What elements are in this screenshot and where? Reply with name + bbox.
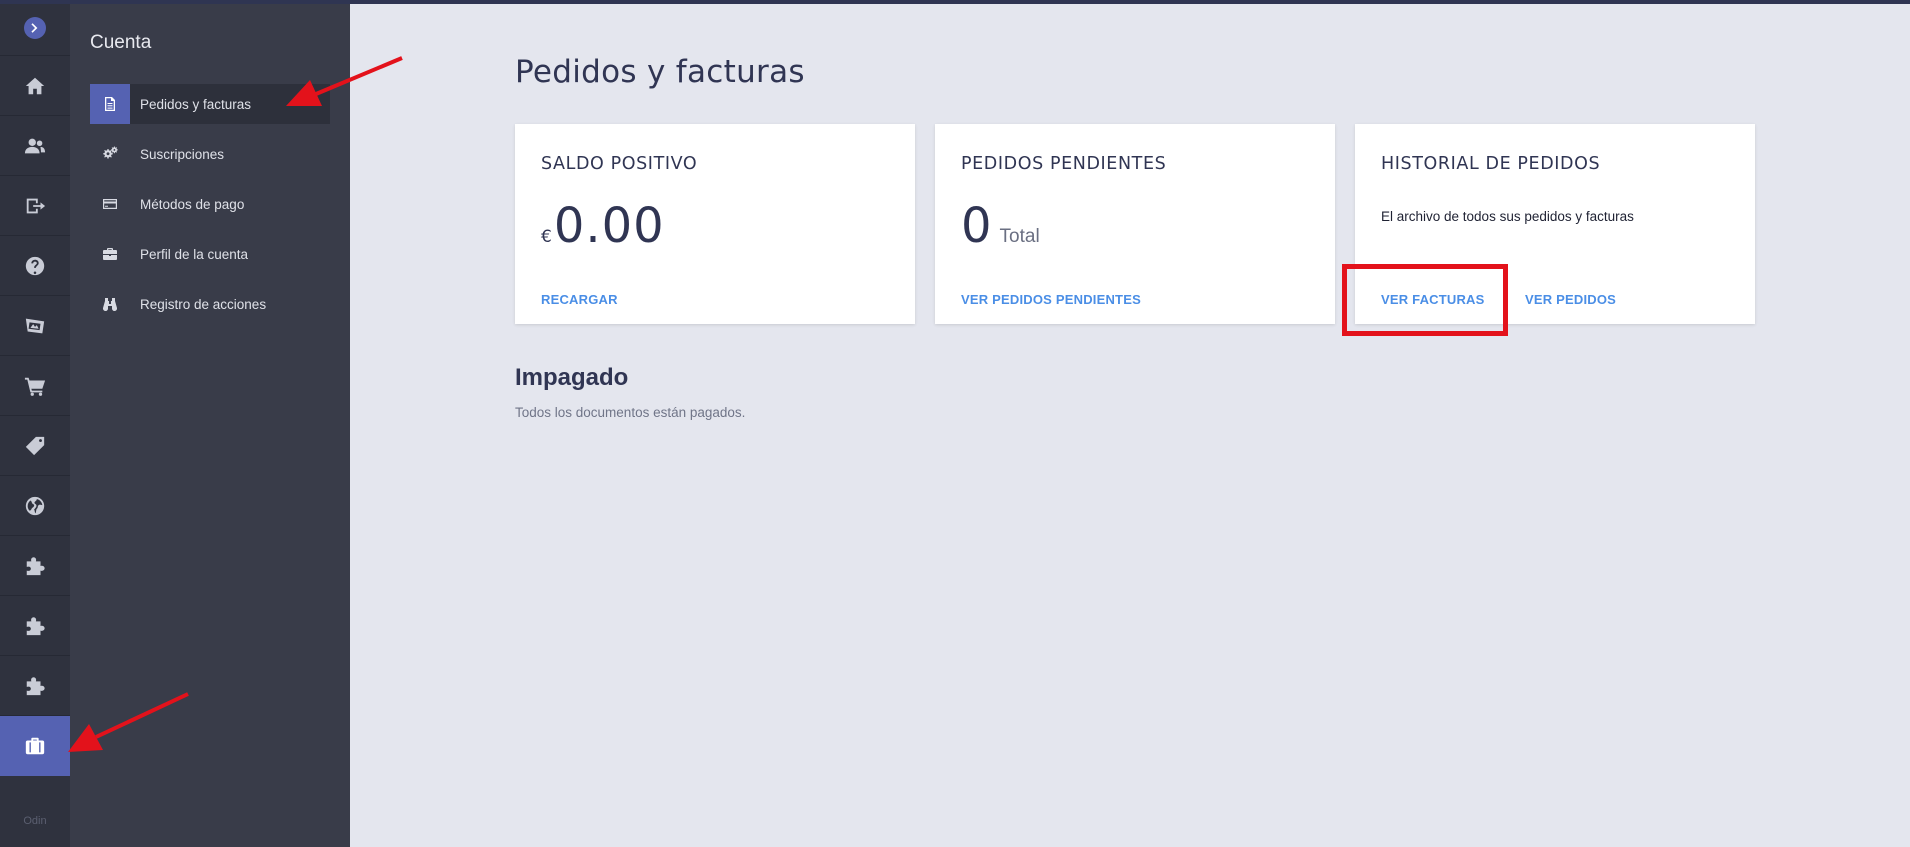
balance-amount: € 0.00: [541, 198, 665, 254]
balance-value: 0.00: [553, 198, 665, 254]
subnav-item-orders-invoices[interactable]: Pedidos y facturas: [90, 84, 330, 124]
users-icon: [24, 138, 46, 153]
view-pending-orders-link[interactable]: VER PEDIDOS PENDIENTES: [961, 292, 1141, 307]
chevron-right-icon: [24, 16, 46, 39]
subnav-item-action-log[interactable]: Registro de acciones: [90, 284, 330, 324]
rail-item-help[interactable]: [0, 236, 70, 296]
subnav-item-label: Registro de acciones: [140, 296, 267, 312]
subnav-item-subscriptions[interactable]: Suscripciones: [90, 134, 330, 174]
plugin-icon: [26, 616, 45, 635]
help-icon: [25, 256, 45, 275]
briefcase-icon: [90, 234, 130, 274]
rail-item-plugin-2[interactable]: [0, 596, 70, 656]
pending-value: 0: [961, 198, 992, 254]
view-orders-link[interactable]: VER PEDIDOS: [1525, 292, 1616, 307]
subnav-item-label: Pedidos y facturas: [140, 96, 252, 112]
subnav-item-label: Perfil de la cuenta: [140, 246, 249, 262]
plugin-icon: [26, 676, 45, 695]
rail-item-cart[interactable]: [0, 356, 70, 416]
globe-icon: [25, 496, 45, 515]
pending-unit: Total: [999, 226, 1040, 247]
card-balance: SALDO POSITIVO € 0.00 RECARGAR: [515, 124, 915, 324]
domains-icon: [25, 318, 45, 333]
briefcase-icon: [25, 737, 45, 755]
subnav-item-account-profile[interactable]: Perfil de la cuenta: [90, 234, 330, 274]
unpaid-section-title: Impagado: [515, 364, 629, 391]
subnav-item-payment-methods[interactable]: Métodos de pago: [90, 184, 330, 224]
rail-item-account[interactable]: [0, 716, 70, 776]
subnav-title: Cuenta: [90, 32, 152, 53]
document-icon: [90, 84, 130, 124]
cart-icon: [24, 377, 46, 396]
main-content: Pedidos y facturas SALDO POSITIVO € 0.00…: [350, 0, 1910, 847]
credit-card-icon: [90, 184, 130, 224]
rail-item-home[interactable]: [0, 56, 70, 116]
gears-icon: [90, 134, 130, 174]
card-title: SALDO POSITIVO: [541, 154, 698, 174]
expand-toggle[interactable]: [0, 0, 70, 56]
annotation-highlight-box: [1342, 264, 1508, 336]
card-pending-orders: PEDIDOS PENDIENTES 0 Total VER PEDIDOS P…: [935, 124, 1335, 324]
rail-item-domains[interactable]: [0, 296, 70, 356]
unpaid-section-text: Todos los documentos están pagados.: [515, 405, 746, 420]
tag-icon: [25, 436, 45, 455]
plugin-icon: [26, 556, 45, 575]
currency-symbol: €: [541, 227, 552, 247]
rail-item-plugin-1[interactable]: [0, 536, 70, 596]
subnav-list: Pedidos y facturas Suscripciones Métodos…: [90, 84, 330, 334]
subnav-item-label: Suscripciones: [140, 146, 225, 162]
card-title: PEDIDOS PENDIENTES: [961, 154, 1167, 174]
rail-item-globe[interactable]: [0, 476, 70, 536]
rail-item-tags[interactable]: [0, 416, 70, 476]
rail-item-users[interactable]: [0, 116, 70, 176]
binoculars-icon: [90, 284, 130, 324]
icon-rail: Odin: [0, 0, 70, 847]
recharge-link[interactable]: RECARGAR: [541, 292, 618, 307]
top-accent-bar: [0, 0, 1910, 4]
brand-logo: Odin: [23, 815, 47, 827]
transfer-icon: [26, 198, 46, 213]
rail-item-transfer[interactable]: [0, 176, 70, 236]
account-subnav: Cuenta Pedidos y facturas Suscripciones …: [70, 0, 350, 847]
page-title: Pedidos y facturas: [515, 54, 805, 90]
home-icon: [25, 77, 45, 94]
card-description: El archivo de todos sus pedidos y factur…: [1381, 209, 1634, 224]
subnav-item-label: Métodos de pago: [140, 196, 245, 212]
pending-count: 0 Total: [961, 198, 1040, 254]
rail-item-plugin-3[interactable]: [0, 656, 70, 716]
card-title: HISTORIAL DE PEDIDOS: [1381, 154, 1601, 174]
